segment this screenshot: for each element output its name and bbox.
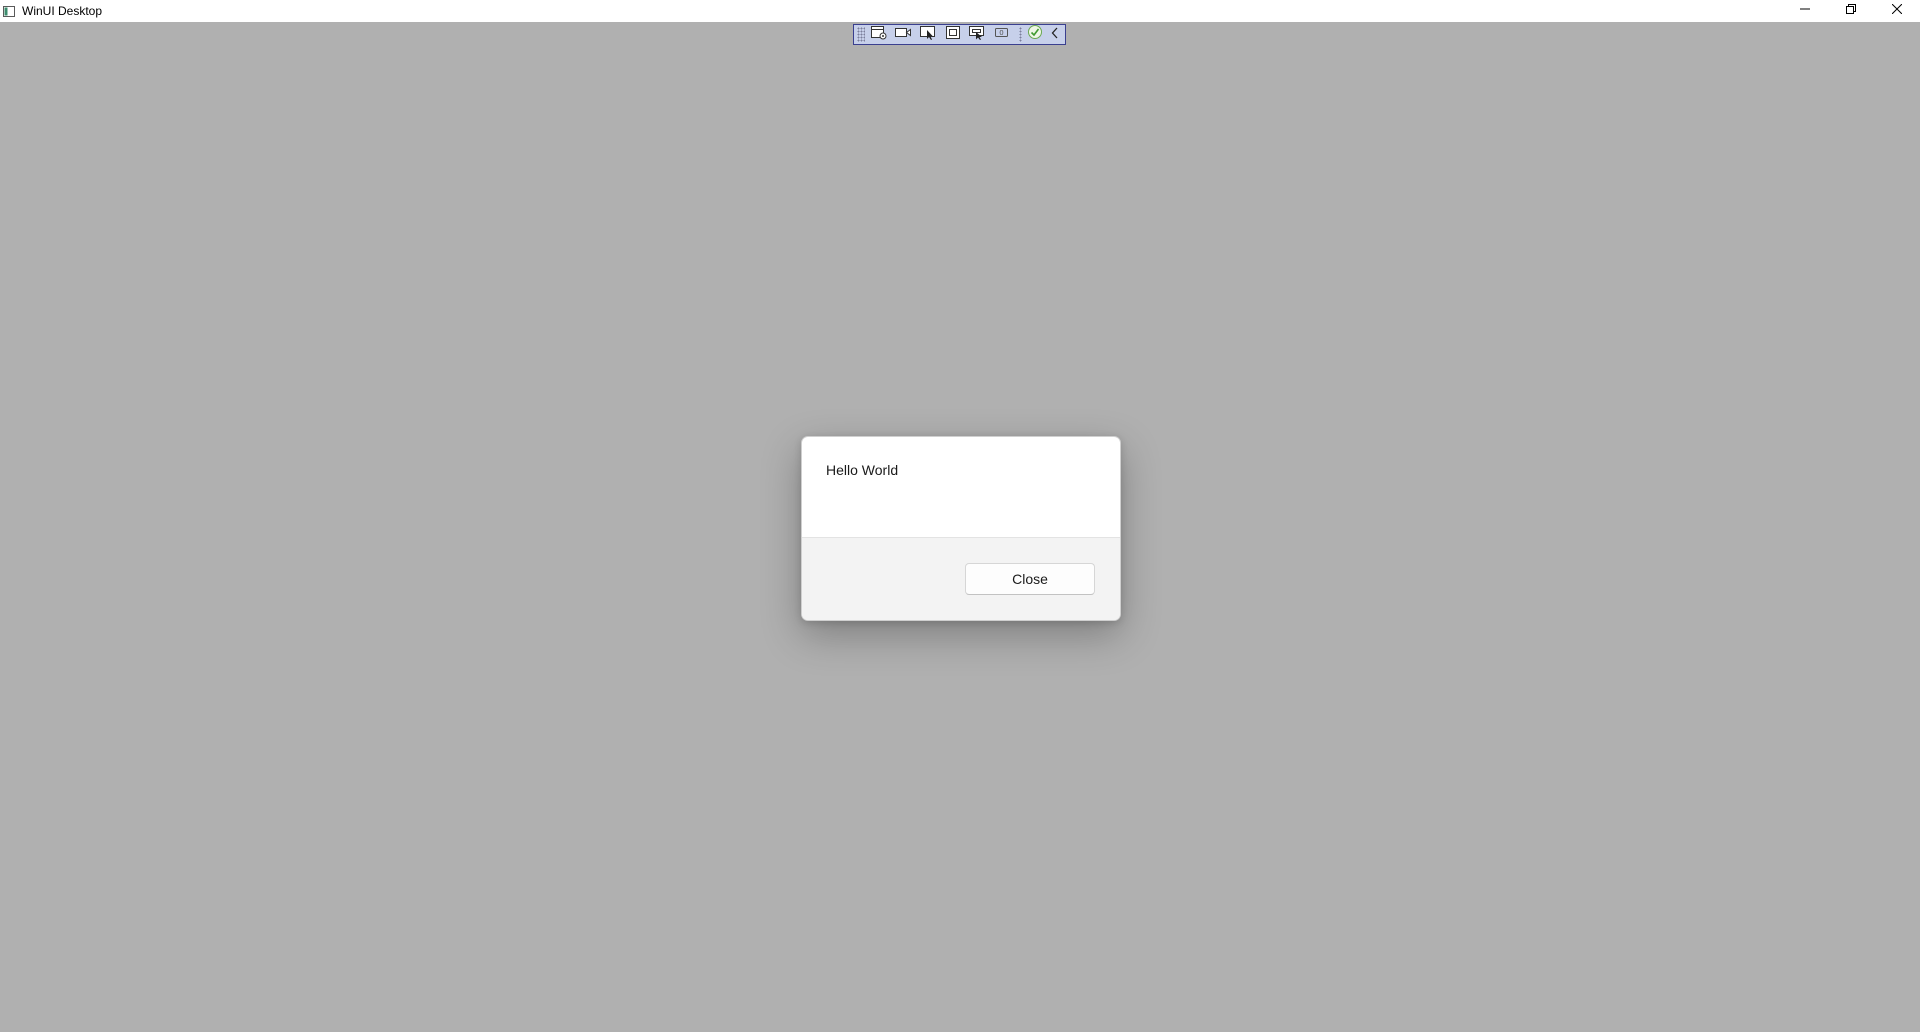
collapse-chevron-icon xyxy=(1051,26,1059,44)
window-close-button[interactable] xyxy=(1874,0,1920,20)
hot-reload-status-button[interactable] xyxy=(1025,24,1046,45)
select-element-icon xyxy=(919,25,937,45)
record-icon xyxy=(894,25,912,45)
minimize-button[interactable] xyxy=(1782,0,1828,20)
display-layout-adorners-button[interactable] xyxy=(942,25,963,45)
window-title: WinUI Desktop xyxy=(22,4,103,18)
track-focus-icon xyxy=(968,25,986,45)
toolbar-grip[interactable] xyxy=(857,27,865,42)
record-button[interactable] xyxy=(893,26,914,43)
dialog-button-area: Close xyxy=(802,537,1120,620)
track-focus-button[interactable] xyxy=(967,25,988,45)
app-window-icon xyxy=(3,5,15,17)
svg-text:0: 0 xyxy=(999,29,1003,37)
binding-failures-button[interactable]: 0 xyxy=(992,26,1013,43)
hot-reload-ok-icon xyxy=(1027,24,1043,45)
binding-failures-icon: 0 xyxy=(993,25,1011,45)
close-icon xyxy=(1891,1,1903,19)
select-element-button[interactable] xyxy=(918,25,939,45)
restore-button[interactable] xyxy=(1828,0,1874,20)
content-dialog: Hello World Close xyxy=(801,436,1121,621)
collapse-toolbar-button[interactable] xyxy=(1050,26,1061,43)
dialog-content-text: Hello World xyxy=(826,462,899,478)
dialog-close-button[interactable]: Close xyxy=(965,563,1095,595)
display-layout-adorners-icon xyxy=(944,25,962,45)
live-visual-tree-button[interactable] xyxy=(869,25,890,45)
minimize-icon xyxy=(1800,1,1810,19)
caption-buttons xyxy=(1782,0,1920,22)
window-titlebar: WinUI Desktop xyxy=(0,0,1920,22)
toolbar-separator xyxy=(1019,27,1023,42)
go-to-live-visual-tree-icon xyxy=(870,25,888,45)
restore-icon xyxy=(1846,1,1856,19)
xaml-debug-toolbar: 0 xyxy=(853,24,1066,45)
